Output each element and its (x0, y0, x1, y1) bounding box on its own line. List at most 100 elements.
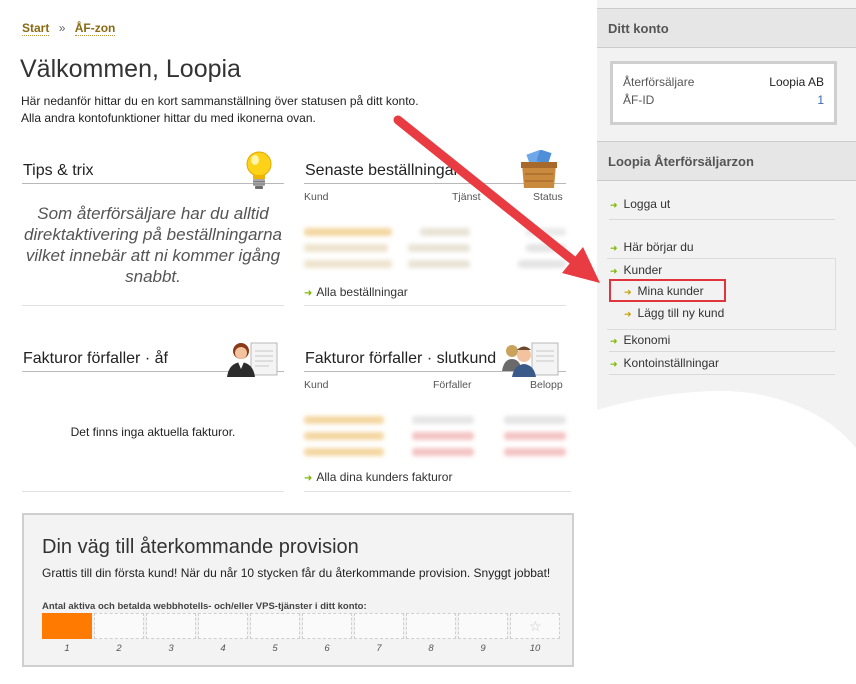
table-row[interactable] (304, 414, 571, 426)
arrow-right-icon: ➜ (610, 243, 618, 253)
invoices-col-kund: Kund (304, 379, 329, 391)
progress-step-number: 3 (168, 643, 174, 654)
reseller-value: Loopia AB (769, 75, 824, 89)
account-title: Ditt konto (608, 21, 669, 36)
invoices-af-title: Fakturor förfaller · åf (23, 350, 168, 367)
progress-cell (42, 613, 92, 639)
invoices-af-panel: Fakturor förfaller · åf Det finns inga a… (22, 342, 284, 493)
person-document-icon (227, 342, 278, 377)
af-id-label: ÅF-ID (623, 93, 655, 107)
table-row[interactable] (304, 430, 571, 442)
nav-start-here-label: Här börjar du (623, 240, 694, 254)
arrow-right-icon: ➜ (304, 473, 313, 484)
star-icon: ☆ (529, 618, 542, 634)
orders-col-status: Status (533, 191, 563, 203)
arrow-right-icon: ➜ (610, 359, 618, 369)
progress-step-number: 9 (480, 643, 486, 654)
breadcrumb-separator: » (58, 21, 66, 35)
zone-title: Loopia Återförsäljarzon (608, 154, 754, 169)
progress-step-number: 7 (376, 643, 382, 654)
breadcrumb: Start » ÅF-zon (22, 21, 116, 36)
account-header: Ditt konto (597, 8, 856, 48)
divider (304, 491, 571, 492)
orders-table-header: Kund Tjänst Status (304, 191, 566, 205)
tips-text: Som återförsäljare har du alltid direkta… (24, 204, 282, 286)
arrow-right-icon: ➜ (304, 288, 313, 299)
provision-label: Antal aktiva och betalda webbhotells- oc… (42, 601, 367, 612)
progress-cell (354, 613, 404, 639)
orders-col-kund: Kund (304, 191, 329, 203)
divider (609, 374, 835, 375)
nav-start-here[interactable]: ➜ Här börjar du (610, 240, 694, 254)
tips-panel: Tips & trix Som återförsäljare har du al… (22, 151, 284, 307)
divider (304, 305, 566, 306)
arrow-right-icon: ➜ (624, 309, 632, 319)
nav-customers[interactable]: ➜ Kunder (610, 263, 662, 277)
all-invoices-link[interactable]: ➜ Alla dina kunders fakturor (304, 470, 452, 484)
af-id-value: 1 (817, 93, 824, 107)
table-row[interactable] (304, 226, 566, 238)
lightbulb-icon (246, 151, 272, 189)
all-orders-label: Alla beställningar (316, 285, 408, 299)
sidebar-curve-background (597, 391, 856, 684)
breadcrumb-current-link[interactable]: ÅF-zon (74, 21, 116, 36)
table-row[interactable] (304, 258, 566, 270)
progress-cell: ☆ (510, 613, 560, 639)
table-row[interactable] (304, 242, 566, 254)
account-info-box: Återförsäljare Loopia AB ÅF-ID 1 (610, 61, 837, 125)
progress-step-number: 4 (220, 643, 226, 654)
breadcrumb-start-link[interactable]: Start (22, 21, 50, 36)
all-orders-link[interactable]: ➜ Alla beställningar (304, 285, 408, 299)
divider (609, 351, 835, 352)
provision-title: Din väg till återkommande provision (42, 536, 359, 558)
nav-logout-label: Logga ut (623, 197, 671, 211)
af-id-row: ÅF-ID 1 (623, 93, 824, 107)
nav-logout[interactable]: ➜ Logga ut (610, 197, 670, 211)
invoices-af-empty-message: Det finns inga aktuella fakturor. (70, 425, 236, 439)
zone-header: Loopia Återförsäljarzon (597, 141, 856, 181)
arrow-right-icon: ➜ (610, 200, 618, 210)
intro-line-2: Alla andra kontofunktioner hittar du med… (21, 111, 316, 125)
reseller-row: Återförsäljare Loopia AB (623, 75, 824, 89)
all-invoices-label: Alla dina kunders fakturor (316, 470, 453, 484)
orders-title: Senaste beställningar (305, 162, 459, 179)
arrow-down-icon: ➜ (610, 266, 618, 276)
progress-cell (458, 613, 508, 639)
nav-economy[interactable]: ➜ Ekonomi (610, 333, 670, 347)
provision-subtitle: Grattis till din första kund! När du når… (42, 566, 551, 580)
invoices-customers-panel: Fakturor förfaller · slutkund Kund Förfa… (304, 342, 571, 493)
progress-step-number: 5 (272, 643, 278, 654)
progress-cell (250, 613, 300, 639)
progress-cell (406, 613, 456, 639)
nav-economy-label: Ekonomi (623, 333, 671, 347)
progress-cell (146, 613, 196, 639)
intro-line-1: Här nedanför hittar du en kort sammanstä… (21, 94, 419, 108)
invoices-col-belopp: Belopp (530, 379, 563, 391)
progress-step-number: 1 (64, 643, 70, 654)
nav-account-settings[interactable]: ➜ Kontoinställningar (610, 356, 719, 370)
progress-cell (198, 613, 248, 639)
invoices-table-header: Kund Förfaller Belopp (304, 379, 566, 393)
orders-col-tjanst: Tjänst (452, 191, 481, 203)
provision-box: Din väg till återkommande provision Grat… (22, 513, 574, 667)
divider (22, 491, 284, 492)
nav-add-customer-label: Lägg till ny kund (637, 306, 725, 320)
progress-step-number: 10 (529, 643, 541, 654)
nav-account-settings-label: Kontoinställningar (623, 356, 719, 370)
people-document-icon (502, 342, 559, 377)
package-box-icon (521, 150, 557, 188)
invoices-customers-title: Fakturor förfaller · slutkund (305, 350, 497, 367)
progress-step-number: 6 (324, 643, 330, 654)
sidebar: Ditt konto Återförsäljare Loopia AB ÅF-I… (597, 0, 856, 684)
progress-cell (94, 613, 144, 639)
reseller-label: Återförsäljare (623, 75, 695, 89)
divider (22, 305, 284, 306)
table-row[interactable] (304, 446, 571, 458)
progress-step-number: 2 (116, 643, 122, 654)
highlight-box (609, 279, 726, 302)
progress-cell (302, 613, 352, 639)
nav-add-customer[interactable]: ➜ Lägg till ny kund (624, 306, 724, 320)
orders-panel: Senaste beställningar Kund Tjänst Status… (304, 150, 566, 307)
page-title: Välkommen, Loopia (20, 55, 241, 83)
tips-title: Tips & trix (23, 162, 94, 179)
